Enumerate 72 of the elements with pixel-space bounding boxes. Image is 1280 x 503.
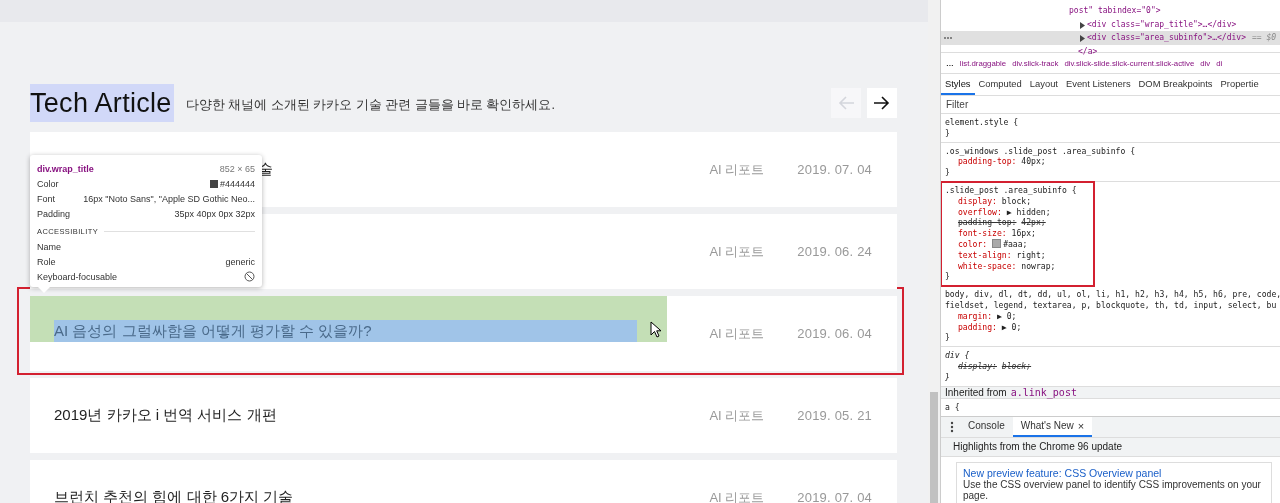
css-declaration: overflow: ▶ hidden; (958, 206, 1051, 217)
element-selector: div.wrap_title (37, 163, 94, 174)
panel-tab[interactable]: DOM Breakpoints (1134, 74, 1217, 95)
css-declaration: padding-top: 40px; (958, 156, 1046, 167)
drawer-tab[interactable]: Console (960, 416, 1013, 437)
property-label: Role (37, 256, 56, 267)
css-declaration: padding-top: 42px; (958, 217, 1046, 228)
article-category: AI 리포트 (709, 324, 765, 343)
closing-tag[interactable]: </a> (1078, 46, 1098, 56)
scrollbar-thumb[interactable] (930, 392, 938, 503)
article-date: 2019. 06. 24 (797, 244, 872, 259)
css-selector: .slide_post .area_subinfo { (945, 185, 1078, 196)
color-swatch (209, 179, 218, 188)
panel-tab[interactable]: Event Listeners (1061, 74, 1135, 95)
closing-brace: } (945, 127, 951, 139)
feature-description: Use the CSS overview panel to identify CSS improvements on your page. (963, 478, 1262, 501)
css-selector: fieldset, legend, textarea, p, blockquote, th, td, input, select, bu (945, 299, 1278, 311)
closing-brace: } (945, 332, 951, 344)
inherited-source[interactable]: a.link_post (1010, 386, 1077, 398)
more-icon[interactable] (950, 420, 954, 433)
article-category: AI 리포트 (709, 488, 765, 503)
filter-field[interactable]: Filter (946, 99, 1146, 110)
closing-brace: } (945, 271, 951, 283)
css-declaration: font-size: 16px; (958, 228, 1036, 239)
css-declaration: display: block; (958, 195, 1032, 206)
css-declaration: display: block; (958, 360, 1032, 371)
article-category: AI 리포트 (709, 406, 765, 425)
selected-marker: == $0 (1251, 33, 1277, 42)
css-declaration: margin: ▶ 0; (958, 310, 1017, 321)
property-label: Name (37, 241, 61, 252)
dom-node[interactable]: <div class="wrap_title">…</div> (1087, 19, 1237, 29)
closing-brace: } (945, 371, 951, 383)
article-date: 2019. 05. 21 (797, 408, 872, 423)
property-label: Keyboard-focusable (37, 271, 118, 282)
mouse-cursor-icon (650, 321, 662, 338)
article-row[interactable]: 2019년 카카오 i 번역 서비스 개편 AI 리포트 2019. 05. 21 (30, 378, 897, 453)
article-title: AI 음성의 그럴싸함을 어떻게 평가할 수 있을까? (54, 320, 637, 342)
css-declaration: color: #aaa; (958, 238, 1028, 249)
element-size: 852 × 65 (219, 163, 255, 174)
panel-tab[interactable]: Computed (974, 74, 1026, 95)
css-selector: element.style { (945, 117, 1020, 128)
section-title: Tech Article (30, 84, 174, 122)
drawer-tab[interactable]: What's New × (1012, 416, 1093, 437)
next-button[interactable] (867, 88, 897, 118)
css-selector: div { (945, 350, 971, 361)
property-label: Font (37, 193, 55, 204)
property-value: 16px "Noto Sans", "Apple SD Gothic Neo... (83, 193, 255, 204)
css-selector: .os_windows .slide_post .area_subinfo { (945, 145, 1137, 157)
article-title: 2019년 카카오 i 번역 서비스 개편 (54, 406, 277, 425)
feature-link[interactable]: New preview feature: CSS Overview panel (963, 466, 1265, 479)
property-label: Color (37, 178, 59, 189)
panel-tab[interactable]: Propertie (1216, 74, 1263, 95)
panel-tab[interactable]: Layout (1025, 74, 1062, 95)
dom-node[interactable]: <div class="area_subinfo">…</div> (1087, 33, 1246, 42)
panel-tab[interactable]: Styles (941, 74, 975, 95)
property-value: generic (225, 256, 255, 267)
article-category: AI 리포트 (709, 160, 765, 179)
article-date: 2019. 06. 04 (797, 326, 872, 341)
property-value: #444444 (219, 178, 255, 189)
css-declaration: white-space: nowrap; (958, 260, 1056, 271)
article-date: 2019. 07. 04 (797, 162, 872, 177)
section-subtitle: 다양한 채널에 소개된 카카오 기술 관련 글들을 바로 확인하세요. (185, 96, 555, 114)
css-declaration: text-align: right; (958, 249, 1046, 260)
inherited-label: Inherited from (945, 386, 1007, 398)
article-date: 2019. 07. 04 (797, 490, 872, 503)
article-category: AI 리포트 (709, 242, 765, 261)
close-icon[interactable]: × (1077, 419, 1085, 432)
css-declaration: padding: ▶ 0; (958, 321, 1022, 332)
attribute-text[interactable]: post" tabindex="0"> (1069, 6, 1161, 15)
css-selector: a { (944, 400, 961, 414)
closing-brace: } (945, 167, 951, 178)
css-selector: body, div, dl, dt, dd, ul, ol, li, h1, h2, h3, h4, h5, h6, pre, code, (945, 289, 1278, 300)
